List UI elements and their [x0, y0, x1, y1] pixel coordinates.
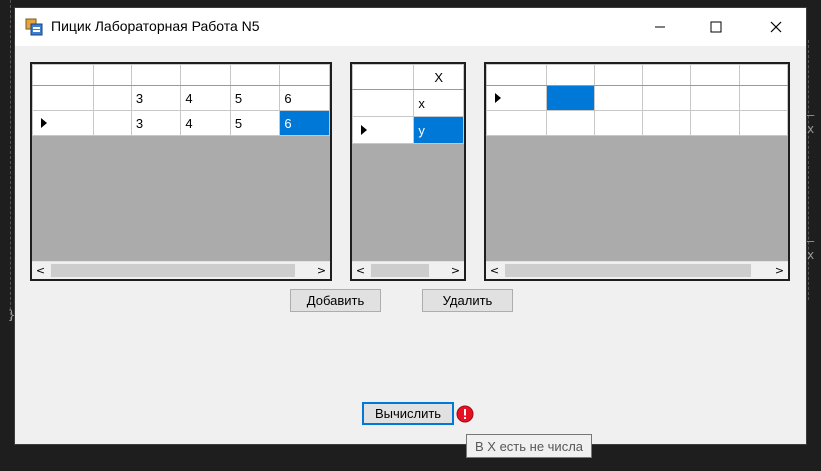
app-icon	[25, 18, 43, 36]
grid-cell[interactable]: 3	[130, 85, 182, 111]
data-grid-main[interactable]: 3 4 5 6 3 4 5 6 < >	[30, 62, 332, 281]
grid-table: X x y	[352, 64, 464, 144]
scroll-left-icon[interactable]: <	[352, 262, 369, 279]
add-button[interactable]: Добавить	[290, 289, 381, 312]
table-row: y	[352, 116, 464, 144]
grid-cell[interactable]	[593, 110, 644, 136]
current-row-arrow-icon	[495, 93, 501, 103]
scroll-thumb[interactable]	[371, 264, 429, 277]
column-header[interactable]	[229, 64, 281, 86]
maximize-icon	[710, 21, 722, 33]
ide-guide-line	[10, 0, 11, 320]
delete-button[interactable]: Удалить	[422, 289, 513, 312]
row-header[interactable]	[32, 85, 95, 111]
scroll-left-icon[interactable]: <	[32, 262, 49, 279]
error-tooltip: В X есть не числа	[466, 434, 593, 458]
grid-table: 3 4 5 6 3 4 5 6	[32, 64, 330, 136]
grid-cell[interactable]	[690, 85, 740, 111]
column-header[interactable]	[279, 64, 330, 86]
column-header[interactable]	[738, 64, 788, 86]
grid-cell[interactable]: 5	[229, 85, 281, 111]
current-row-arrow-icon	[41, 118, 47, 128]
grid-cell[interactable]: 5	[229, 110, 281, 136]
scroll-thumb[interactable]	[51, 264, 295, 277]
grid-cell[interactable]: 4	[180, 110, 231, 136]
scroll-left-icon[interactable]: <	[486, 262, 503, 279]
horizontal-scrollbar[interactable]: < >	[486, 261, 788, 279]
window-title: Пицик Лабораторная Работа N5	[51, 18, 260, 34]
grid-cell[interactable]: 6	[279, 85, 330, 111]
scroll-right-icon[interactable]: >	[447, 262, 464, 279]
grid-cell-selected[interactable]: 6	[279, 110, 330, 136]
grid-header-row: X	[352, 64, 464, 90]
minimize-icon	[655, 26, 665, 28]
grid-cell[interactable]	[93, 85, 132, 111]
row-header-current[interactable]	[486, 85, 547, 111]
table-row: x	[352, 89, 464, 117]
scroll-right-icon[interactable]: >	[771, 262, 788, 279]
maximize-button[interactable]	[693, 8, 739, 46]
column-header[interactable]	[642, 64, 692, 86]
grid-cell-selected[interactable]: y	[413, 116, 464, 144]
grid-header-row	[32, 64, 330, 86]
grid-cell[interactable]	[545, 110, 596, 136]
app-window: Пицик Лабораторная Работа N5 3 4 5 6 3 4…	[15, 8, 806, 444]
column-header[interactable]	[690, 64, 740, 86]
grid-cell[interactable]: 3	[130, 110, 182, 136]
ide-arrow-glyph: – x	[807, 234, 815, 262]
grid-corner-cell[interactable]	[486, 64, 547, 86]
grid-cell[interactable]	[642, 85, 692, 111]
grid-cell-selected[interactable]	[545, 85, 596, 111]
scroll-thumb[interactable]	[505, 264, 751, 277]
column-header-x[interactable]: X	[413, 64, 464, 90]
minimize-button[interactable]	[637, 8, 683, 46]
grid-corner-cell[interactable]	[32, 64, 95, 86]
grid-cell[interactable]	[738, 110, 788, 136]
horizontal-scrollbar[interactable]: < >	[352, 261, 464, 279]
table-row	[486, 85, 788, 111]
scroll-right-icon[interactable]: >	[313, 262, 330, 279]
row-header[interactable]	[486, 110, 547, 136]
compute-button[interactable]: Вычислить	[362, 402, 454, 425]
column-header[interactable]	[545, 64, 596, 86]
grid-table	[486, 64, 788, 136]
grid-cell[interactable]: x	[413, 89, 464, 117]
grid-header-row	[486, 64, 788, 86]
grid-corner-cell[interactable]	[352, 64, 415, 90]
table-row: 3 4 5 6	[32, 110, 330, 136]
data-grid-variables[interactable]: X x y < >	[350, 62, 466, 281]
grid-cell[interactable]	[593, 85, 644, 111]
row-header-current[interactable]	[352, 116, 415, 144]
grid-cell[interactable]	[642, 110, 692, 136]
horizontal-scrollbar[interactable]: < >	[32, 261, 330, 279]
column-header[interactable]	[130, 64, 182, 86]
column-header[interactable]	[593, 64, 644, 86]
data-grid-result[interactable]: < >	[484, 62, 790, 281]
table-row: 3 4 5 6	[32, 85, 330, 111]
grid-cell[interactable]	[738, 85, 788, 111]
row-header-current[interactable]	[32, 110, 95, 136]
error-icon[interactable]	[456, 405, 474, 423]
grid-cell[interactable]: 4	[180, 85, 231, 111]
column-header[interactable]	[180, 64, 231, 86]
close-button[interactable]	[753, 8, 799, 46]
title-bar[interactable]: Пицик Лабораторная Работа N5	[15, 8, 806, 46]
table-row	[486, 110, 788, 136]
grid-cell[interactable]	[690, 110, 740, 136]
close-icon	[770, 21, 782, 33]
ide-arrow-glyph: – x	[807, 108, 815, 136]
row-header[interactable]	[352, 89, 415, 117]
column-header[interactable]	[93, 64, 132, 86]
current-row-arrow-icon	[361, 125, 367, 135]
grid-cell[interactable]	[93, 110, 132, 136]
